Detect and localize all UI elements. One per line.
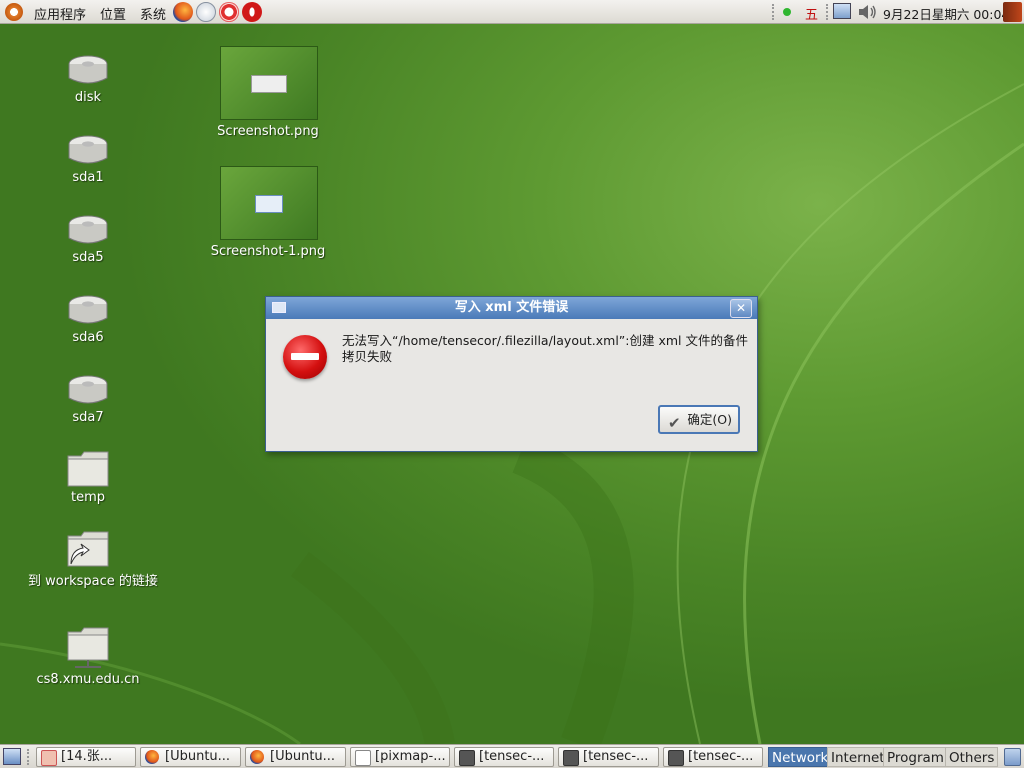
ok-button-label: 确定(O) xyxy=(687,412,732,427)
top-panel: 应用程序 位置 系统 五 9月22日星期六 00:04 xyxy=(0,0,1024,24)
hard-drive-icon xyxy=(67,374,109,408)
ubuntu-logo-icon[interactable] xyxy=(5,3,23,21)
task-button[interactable]: [tensec-... xyxy=(558,747,659,767)
firefox-icon xyxy=(145,750,159,764)
firefox-icon[interactable] xyxy=(173,2,193,22)
desktop-icon-cs8[interactable]: cs8.xmu.edu.cn xyxy=(28,626,148,687)
input-method-indicator[interactable]: 五 xyxy=(805,4,818,23)
help-icon[interactable] xyxy=(219,2,239,22)
trash-icon[interactable] xyxy=(1004,748,1021,766)
hard-drive-icon xyxy=(67,134,109,168)
window-menu-icon[interactable] xyxy=(272,302,286,313)
workspace-others[interactable]: Others xyxy=(945,747,999,767)
error-icon xyxy=(283,335,327,379)
applications-menu[interactable]: 应用程序 xyxy=(34,4,86,23)
handle-dots-icon xyxy=(27,749,32,765)
task-button[interactable]: [tensec-... xyxy=(663,747,763,767)
terminal-icon xyxy=(668,750,684,766)
task-button[interactable]: [pixmap-... xyxy=(350,747,450,767)
desktop-icon-disk[interactable]: disk xyxy=(28,54,148,105)
terminal-icon xyxy=(459,750,475,766)
clock[interactable]: 9月22日星期六 00:04 xyxy=(883,4,1009,23)
desktop-icon-sda6[interactable]: sda6 xyxy=(28,294,148,345)
network-icon[interactable] xyxy=(833,3,851,19)
opera-icon[interactable] xyxy=(242,2,262,22)
terminal-icon xyxy=(563,750,579,766)
task-button[interactable]: [14.张... xyxy=(36,747,136,767)
firefox-icon xyxy=(250,750,264,764)
volume-icon[interactable] xyxy=(858,4,878,20)
desktop-icon-sda7[interactable]: sda7 xyxy=(28,374,148,425)
task-button[interactable]: [Ubuntu... xyxy=(140,747,241,767)
task-label: [14.张... xyxy=(61,749,113,764)
desktop-icon-workspace-link[interactable]: 到 workspace 的链接 xyxy=(28,530,158,589)
close-button[interactable]: ✕ xyxy=(730,299,752,318)
status-dot-icon xyxy=(783,8,791,16)
dialog-title: 写入 xml 文件错误 xyxy=(454,300,569,315)
task-label: [Ubuntu... xyxy=(270,749,336,764)
desktop-icon-sda5[interactable]: sda5 xyxy=(28,214,148,265)
hard-drive-icon xyxy=(67,54,109,88)
hard-drive-icon xyxy=(67,214,109,248)
checkmark-icon: ✔ xyxy=(668,414,681,432)
hard-drive-icon xyxy=(67,294,109,328)
workspace-network[interactable]: Network xyxy=(768,747,833,767)
task-label: [tensec-... xyxy=(479,749,545,764)
system-menu[interactable]: 系统 xyxy=(140,4,166,23)
task-label: [tensec-... xyxy=(688,749,754,764)
image-thumbnail-icon xyxy=(220,166,318,240)
handle-dots-icon xyxy=(772,4,777,20)
handle-dots-icon xyxy=(826,4,831,20)
error-dialog: 写入 xml 文件错误 ✕ 无法写入“/home/tensecor/.filez… xyxy=(265,296,758,452)
ok-button[interactable]: ✔ 确定(O) xyxy=(658,405,740,434)
show-desktop-icon[interactable] xyxy=(3,748,21,765)
workspace-program[interactable]: Program xyxy=(883,747,948,767)
mail-icon[interactable] xyxy=(196,2,216,22)
dialog-message: 无法写入“/home/tensecor/.filezilla/layout.xm… xyxy=(342,333,748,364)
folder-icon xyxy=(67,450,109,488)
folder-link-icon xyxy=(67,530,109,568)
task-label: [pixmap-... xyxy=(375,749,446,764)
dialog-titlebar[interactable]: 写入 xml 文件错误 ✕ xyxy=(266,297,757,319)
task-button[interactable]: [Ubuntu... xyxy=(245,747,346,767)
bottom-panel: [14.张... [Ubuntu... [Ubuntu... [pixmap-.… xyxy=(0,744,1024,768)
workspace-internet[interactable]: Internet xyxy=(827,747,889,767)
places-menu[interactable]: 位置 xyxy=(100,4,126,23)
text-editor-icon xyxy=(355,750,371,766)
logout-icon[interactable] xyxy=(1003,2,1022,22)
task-label: [Ubuntu... xyxy=(165,749,231,764)
desktop-icon-sda1[interactable]: sda1 xyxy=(28,134,148,185)
task-label: [tensec-... xyxy=(583,749,649,764)
document-icon xyxy=(41,750,57,766)
network-folder-icon xyxy=(67,626,109,670)
desktop-icon-temp[interactable]: temp xyxy=(28,450,148,505)
image-thumbnail-icon xyxy=(220,46,318,120)
task-button[interactable]: [tensec-... xyxy=(454,747,554,767)
